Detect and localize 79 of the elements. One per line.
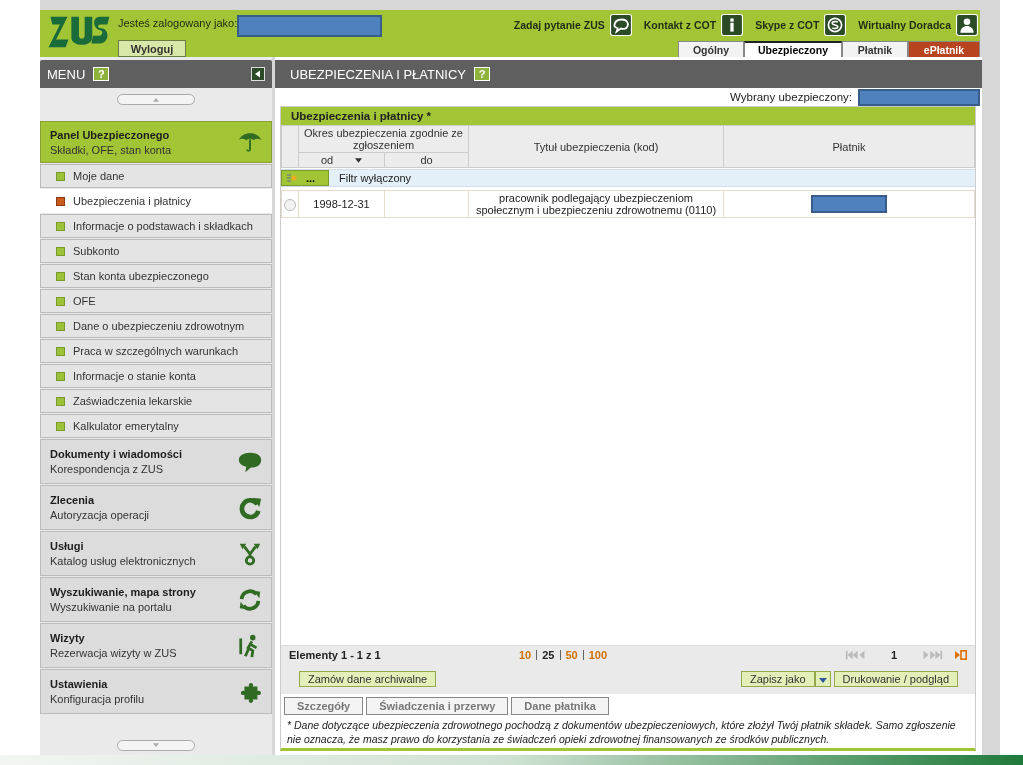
header-tab[interactable]: Ubezpieczony bbox=[744, 41, 842, 57]
person-icon[interactable] bbox=[956, 14, 978, 36]
page-size-link[interactable]: 25 bbox=[542, 649, 555, 661]
skype-icon[interactable] bbox=[824, 14, 847, 36]
filter-icon[interactable] bbox=[286, 174, 298, 182]
filter-status: Filtr wyłączony bbox=[339, 172, 412, 184]
section-title: Usługi bbox=[50, 540, 85, 552]
menu-section[interactable]: Dokumenty i wiadomości Korespondencja z ZUS bbox=[40, 439, 272, 484]
sort-caret-icon bbox=[355, 157, 363, 163]
scroll-down-button[interactable] bbox=[117, 740, 195, 751]
menu-item[interactable]: Subkonto bbox=[40, 239, 272, 263]
section-title: Panel Ubezpieczonego bbox=[50, 128, 171, 141]
menu-item[interactable]: Zaświadczenia lekarskie bbox=[40, 389, 272, 413]
grid-title: Ubezpieczenia i płatnicy * bbox=[281, 107, 975, 125]
column-header[interactable]: Tytuł ubezpieczenia (kod) bbox=[468, 125, 724, 168]
table-cell: pracownik podlegający ubezpieczeniom społecznym i ubezpieczeniu zdrowotnemu (0110) bbox=[468, 190, 724, 218]
menu-section[interactable]: Usługi Katalog usług elektronicznych bbox=[40, 531, 272, 576]
table-cell: 1998-12-31 bbox=[298, 190, 385, 218]
header-tab[interactable]: Ogólny bbox=[678, 41, 744, 57]
menu-item[interactable]: Kalkulator emerytalny bbox=[40, 414, 272, 438]
menu-item[interactable]: OFE bbox=[40, 289, 272, 313]
menu-item[interactable]: Praca w szczególnych warunkach bbox=[40, 339, 272, 363]
menu-item[interactable]: Informacje o podstawach i składkach bbox=[40, 214, 272, 238]
header-link[interactable]: Skype z COT bbox=[755, 14, 847, 36]
elements-count: Elementy 1 - 1 z 1 bbox=[289, 649, 382, 661]
section-subtitle: Składki, OFE, stan konta bbox=[50, 143, 173, 156]
first-prev-icon[interactable] bbox=[845, 650, 867, 660]
section-title: Zlecenia bbox=[50, 494, 96, 506]
menu-item[interactable]: Ubezpieczenia i płatnicy bbox=[40, 189, 272, 213]
print-button[interactable]: Drukowanie / podgląd bbox=[833, 671, 958, 687]
menu-item[interactable]: Informacje o stanie konta bbox=[40, 364, 272, 388]
section-subtitle: Rezerwacja wizyty w ZUS bbox=[50, 647, 178, 659]
logout-button[interactable]: Wyloguj bbox=[118, 40, 186, 57]
menu-title: MENU bbox=[47, 66, 86, 82]
section-title: Wizyty bbox=[50, 632, 86, 644]
row-radio[interactable] bbox=[284, 198, 296, 211]
sync-icon bbox=[237, 586, 263, 613]
collapse-icon[interactable] bbox=[251, 67, 265, 81]
header-link[interactable]: Zadaj pytanie ZUS bbox=[513, 14, 632, 36]
menu-item[interactable]: Stan konta ubezpieczonego bbox=[40, 264, 272, 288]
order-archive-button[interactable]: Zamów dane archiwalne bbox=[299, 671, 437, 687]
down-arrow-icon[interactable] bbox=[153, 743, 159, 748]
section-title: Dokumenty i wiadomości bbox=[50, 448, 184, 460]
next-last-icon[interactable] bbox=[921, 650, 943, 660]
menu-item[interactable]: Dane o ubezpieczeniu zdrowotnym bbox=[40, 314, 272, 338]
menu-section[interactable]: Ustawienia Konfiguracja profilu bbox=[40, 669, 272, 714]
menu-section[interactable]: Wyszukiwanie, mapa strony Wyszukiwanie na portalu bbox=[40, 577, 272, 622]
header-link[interactable]: Kontakt z COT bbox=[643, 14, 744, 36]
column-header[interactable]: Płatnik bbox=[723, 125, 975, 168]
detail-button[interactable]: Świadczenia i przerwy bbox=[366, 697, 509, 715]
section-subtitle: Wyszukiwanie na portalu bbox=[50, 601, 173, 613]
section-title: Wyszukiwanie, mapa strony bbox=[50, 586, 197, 598]
logged-in-label: Jesteś zalogowany jako: bbox=[118, 17, 238, 29]
menu-section[interactable]: Zlecenia Autoryzacja operacji bbox=[40, 485, 272, 530]
detail-button[interactable]: Dane płatnika bbox=[511, 697, 609, 715]
selected-insured-label: Wybrany ubezpieczony: bbox=[730, 91, 852, 103]
page-number: 1 bbox=[889, 649, 899, 661]
save-as-button[interactable]: Zapisz jako bbox=[740, 671, 815, 687]
section-subtitle: Autoryzacja operacji bbox=[50, 509, 151, 521]
up-arrow-icon[interactable] bbox=[153, 97, 159, 102]
chat-icon[interactable] bbox=[609, 14, 632, 36]
section-title: Ustawienia bbox=[50, 678, 109, 690]
caret-icon[interactable] bbox=[818, 678, 827, 683]
menu-section[interactable]: Wizyty Rezerwacja wizyty w ZUS bbox=[40, 623, 272, 668]
detail-button[interactable]: Szczegóły bbox=[284, 697, 364, 715]
section-subtitle: Katalog usług elektronicznych bbox=[50, 555, 197, 567]
header-tab[interactable]: ePłatnik bbox=[908, 41, 980, 57]
header-link[interactable]: Wirtualny Doradca bbox=[858, 14, 978, 36]
menu-section[interactable]: Panel Ubezpieczonego Składki, OFE, stan konta bbox=[40, 121, 272, 163]
section-subtitle: Konfiguracja profilu bbox=[50, 693, 146, 705]
page-title: UBEZPIECZENIA I PŁATNICY bbox=[290, 66, 467, 82]
header-tab[interactable]: Płatnik bbox=[842, 41, 908, 57]
filter-button[interactable]: ... bbox=[281, 170, 329, 186]
menu-item[interactable]: Moje dane bbox=[40, 164, 272, 188]
footnote: * Dane dotyczące ubezpieczenia zdrowotnego pochodzą z dokumentów ubezpieczeniowych, które złożył Twój płatnik składek. Samo zgłoszenie nie oznacza, że masz prawo do korzystania ze świadczeń opieki zdrowotnej finansowanych ze środków publicznych. bbox=[287, 718, 957, 746]
info-icon[interactable] bbox=[721, 14, 744, 36]
scroll-up-button[interactable] bbox=[117, 94, 195, 105]
section-subtitle: Korespondencja z ZUS bbox=[50, 463, 165, 475]
export-icon[interactable] bbox=[955, 650, 967, 660]
